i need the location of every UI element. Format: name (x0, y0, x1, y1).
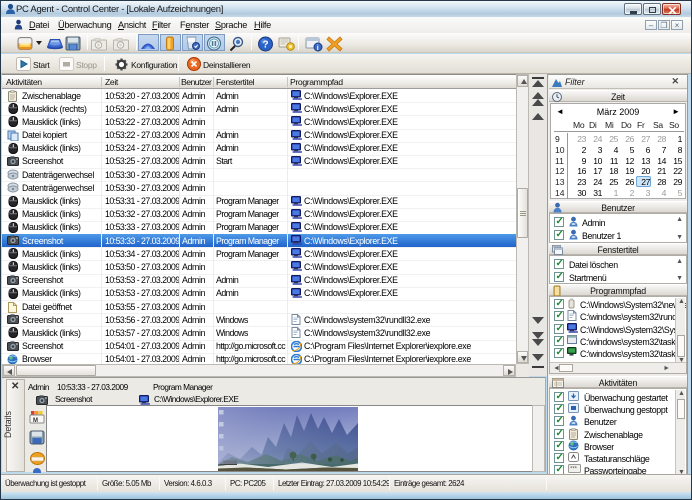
svg-text:***: *** (570, 467, 578, 473)
svg-text:M: M (33, 418, 38, 424)
svg-text:?: ? (263, 40, 269, 51)
svg-text:i: i (317, 45, 319, 52)
